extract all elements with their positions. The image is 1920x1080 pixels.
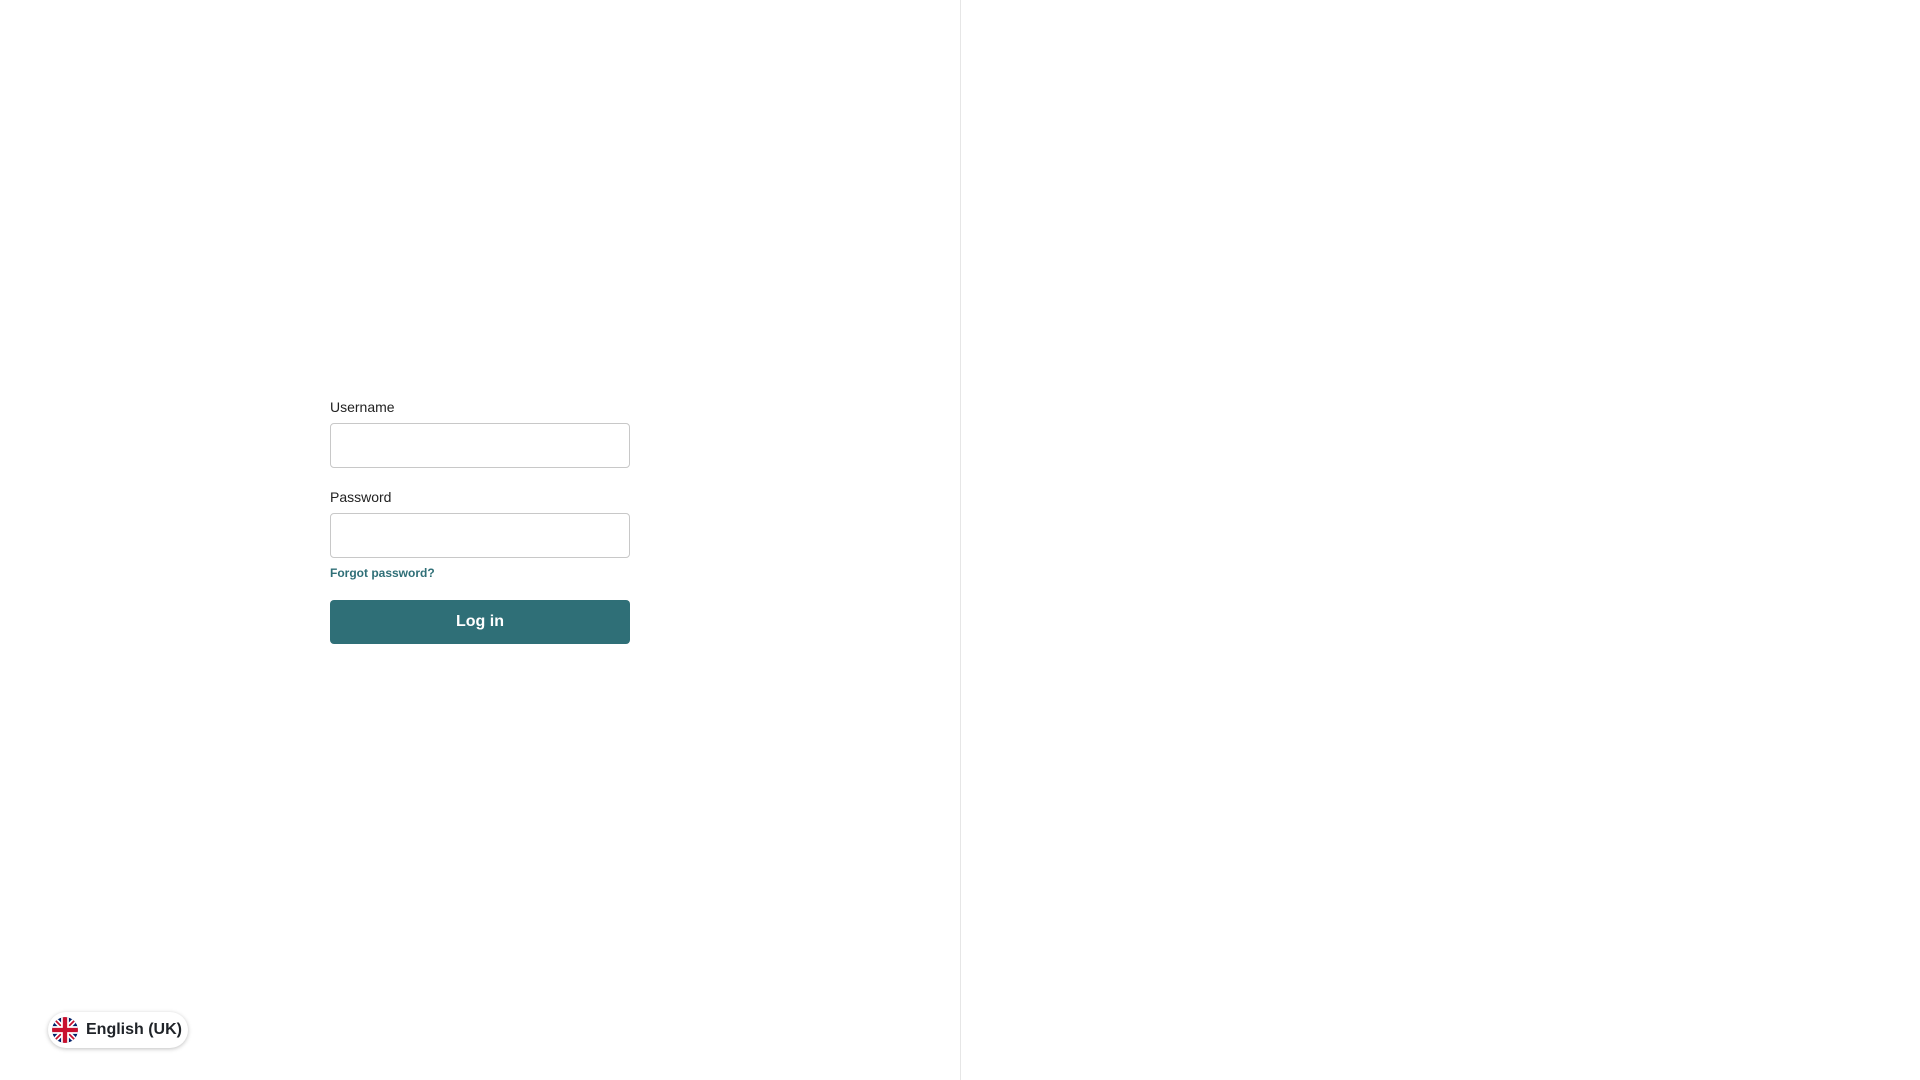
language-switcher[interactable]: English (UK): [48, 1012, 188, 1048]
login-pane: Username Password Forgot password? Log i…: [0, 0, 960, 1080]
right-pane: [961, 0, 1920, 1080]
login-page: Username Password Forgot password? Log i…: [0, 0, 1920, 1080]
uk-flag-icon: [52, 1017, 78, 1043]
password-label: Password: [330, 489, 392, 505]
forgot-password-link[interactable]: Forgot password?: [330, 566, 435, 580]
username-group: Username: [330, 398, 630, 468]
username-label: Username: [330, 399, 395, 415]
password-group: Password: [330, 488, 630, 558]
login-form: Username Password Forgot password? Log i…: [330, 398, 630, 644]
username-input[interactable]: [330, 423, 630, 468]
password-input[interactable]: [330, 513, 630, 558]
language-label: English (UK): [86, 1021, 182, 1038]
login-button[interactable]: Log in: [330, 600, 630, 644]
